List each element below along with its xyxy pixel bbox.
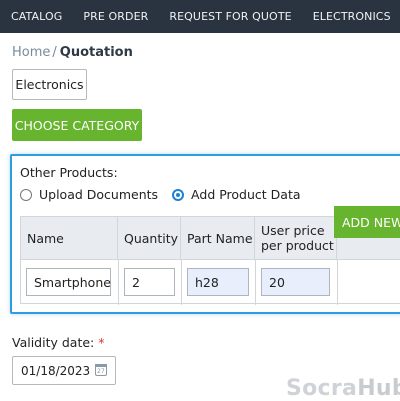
add-new-button[interactable]: ADD NEW — [334, 206, 400, 238]
column-divider — [337, 259, 338, 305]
calendar-icon[interactable]: 27 — [95, 364, 107, 376]
watermark-part1: Socra — [286, 376, 358, 401]
other-products-panel: Other Products: Upload Documents Add Pro… — [10, 154, 400, 314]
breadcrumb-home-link[interactable]: Home — [12, 45, 50, 60]
quantity-input[interactable]: 2 — [124, 268, 175, 296]
column-divider — [118, 259, 119, 305]
column-divider — [181, 259, 182, 305]
breadcrumb-separator: / — [52, 45, 57, 60]
nav-item-request-for-quote[interactable]: REQUEST FOR QUOTE — [169, 10, 291, 23]
choose-category-button[interactable]: CHOOSE CATEGORY — [12, 109, 142, 141]
radio-add-product-data-label[interactable]: Add Product Data — [191, 187, 300, 202]
radio-upload-documents-label[interactable]: Upload Documents — [39, 187, 158, 202]
validity-date-label-text: Validity date: — [12, 335, 95, 350]
part-name-input[interactable]: h28 — [187, 268, 249, 296]
column-header-user-price: User price per product — [255, 217, 337, 259]
user-price-input[interactable]: 20 — [261, 268, 330, 296]
required-asterisk: * — [98, 335, 105, 350]
socrahub-watermark-logo: SocraHub — [286, 376, 400, 401]
calendar-icon-day: 27 — [97, 368, 105, 375]
breadcrumb: Home / Quotation — [12, 45, 133, 60]
product-source-radio-group: Upload Documents Add Product Data — [20, 187, 315, 202]
other-products-title: Other Products: — [20, 165, 118, 180]
nav-item-pre-order[interactable]: PRE ORDER — [83, 10, 148, 23]
breadcrumb-current: Quotation — [59, 45, 133, 60]
top-navigation-bar: CATALOG PRE ORDER REQUEST FOR QUOTE ELEC… — [0, 0, 400, 33]
selected-category-chip[interactable]: Electronics — [12, 69, 87, 100]
validity-date-value: 01/18/2023 — [21, 363, 91, 378]
product-name-input[interactable]: Smartphone — [26, 268, 111, 296]
nav-item-catalog[interactable]: CATALOG — [11, 10, 62, 23]
column-divider — [255, 259, 256, 305]
column-header-quantity: Quantity — [118, 217, 181, 259]
column-header-name: Name — [21, 217, 118, 259]
nav-item-electronics[interactable]: ELECTRONICS — [313, 10, 391, 23]
validity-date-label: Validity date: * — [12, 335, 105, 350]
column-header-part-name: Part Name — [181, 217, 255, 259]
watermark-part2: Hub — [357, 376, 400, 401]
validity-date-input[interactable]: 01/18/2023 27 — [12, 356, 116, 385]
radio-add-product-data[interactable] — [172, 188, 185, 201]
radio-upload-documents[interactable] — [20, 188, 32, 201]
